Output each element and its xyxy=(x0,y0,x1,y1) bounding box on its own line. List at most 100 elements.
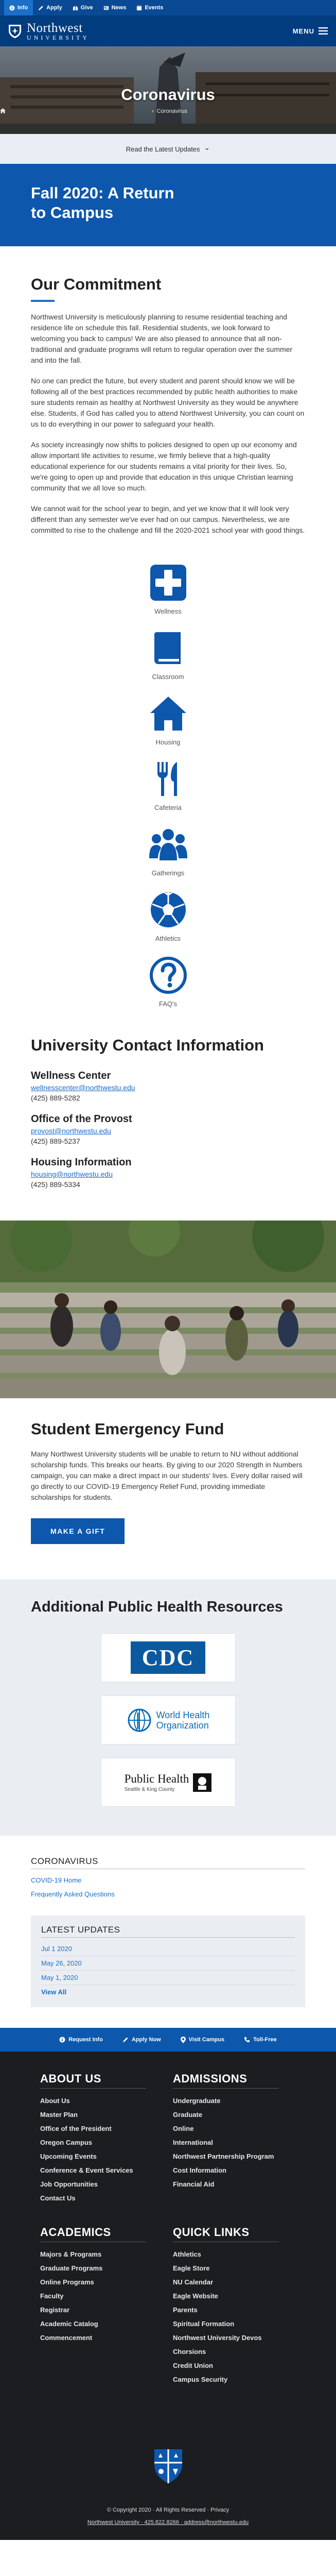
public-health-seattle-link[interactable]: Public Health Seattle & King County xyxy=(100,1758,236,1807)
book-icon xyxy=(154,632,181,664)
phone-icon xyxy=(244,2037,250,2042)
footer-link[interactable]: Registrar xyxy=(40,2303,146,2317)
king-county-emblem-icon xyxy=(193,1773,212,1792)
footer-link[interactable]: Parents xyxy=(173,2303,279,2317)
utility-news-link[interactable]: News xyxy=(98,0,132,15)
footer-link[interactable]: Job Opportunities xyxy=(40,2177,146,2191)
utility-events-link[interactable]: Events xyxy=(131,0,168,15)
topic-housing-link[interactable]: Housing xyxy=(132,693,204,759)
topic-wellness-link[interactable]: Wellness xyxy=(132,563,204,628)
footer-link[interactable]: Cost Information xyxy=(173,2163,279,2177)
visit-campus-link[interactable]: Visit Campus xyxy=(180,2036,224,2043)
contact-email-link[interactable]: provost@northwestu.edu xyxy=(31,1127,305,1135)
question-icon xyxy=(149,957,187,994)
footer-link[interactable]: Campus Security xyxy=(173,2372,279,2386)
topic-faqs-link[interactable]: FAQ's xyxy=(132,955,204,1021)
calendar-icon xyxy=(137,5,142,10)
utility-info-label: Info xyxy=(17,5,28,11)
make-a-gift-button[interactable]: MAKE A GIFT xyxy=(31,1518,125,1544)
site-header: Northwest UNIVERSITY MENU xyxy=(0,15,336,46)
house-icon xyxy=(150,697,186,731)
update-link[interactable]: May 26, 2020 xyxy=(41,1956,295,1971)
footer-link[interactable]: Office of the President xyxy=(40,2122,146,2136)
logo-link[interactable]: Northwest UNIVERSITY xyxy=(7,22,90,41)
footer-link[interactable]: Graduate Programs xyxy=(40,2261,146,2275)
footer-link[interactable]: Master Plan xyxy=(40,2108,146,2122)
footer-link[interactable]: Oregon Campus xyxy=(40,2136,146,2149)
who-logo-line1: World Health xyxy=(156,1709,210,1720)
utility-give-link[interactable]: Give xyxy=(67,0,98,15)
faq-link[interactable]: Frequently Asked Questions xyxy=(31,1887,305,1901)
footer-address: Northwest University · 425.822.8266 · ad… xyxy=(40,2519,296,2540)
footer-link[interactable]: Academic Catalog xyxy=(40,2317,146,2331)
topic-housing-label: Housing xyxy=(155,738,181,746)
covid-home-link[interactable]: COVID-19 Home xyxy=(31,1873,305,1887)
coronavirus-nav: CORONAVIRUS COVID-19 Home Frequently Ask… xyxy=(0,1836,336,2007)
footer-link[interactable]: About Us xyxy=(40,2094,146,2108)
hamburger-icon xyxy=(319,27,328,35)
update-link[interactable]: Jul 1 2020 xyxy=(41,1942,295,1956)
chevron-down-icon: ⌄ xyxy=(204,143,210,151)
utility-apply-link[interactable]: Apply xyxy=(33,0,67,15)
footer-link[interactable]: Northwest University Devos xyxy=(173,2331,279,2345)
footer-link[interactable]: Conference & Event Services xyxy=(40,2163,146,2177)
who-link[interactable]: World Health Organization xyxy=(100,1696,236,1744)
footer-link[interactable]: Online xyxy=(173,2122,279,2136)
footer-link[interactable]: Upcoming Events xyxy=(40,2149,146,2163)
footer-link[interactable]: Majors & Programs xyxy=(40,2247,146,2261)
utility-apply-label: Apply xyxy=(46,5,62,11)
hero-title: Coronavirus xyxy=(121,86,215,104)
menu-label: MENU xyxy=(292,27,314,35)
northwest-crest-icon xyxy=(9,25,21,38)
request-info-link[interactable]: Request Info xyxy=(59,2037,103,2043)
footer-link[interactable]: Financial Aid xyxy=(173,2177,279,2191)
read-latest-updates-link[interactable]: Read the Latest Updates ⌄ xyxy=(0,134,336,164)
update-link[interactable]: May 1, 2020 xyxy=(41,1971,295,1985)
public-health-resources: Additional Public Health Resources CDC W… xyxy=(0,1579,336,1836)
footer-admissions-title: ADMISSIONS xyxy=(173,2072,247,2085)
utility-info-link[interactable]: Info xyxy=(4,0,33,15)
topic-cafeteria-link[interactable]: Cafeteria xyxy=(132,759,204,824)
footer-link[interactable]: Eagle Store xyxy=(173,2261,279,2275)
footer-link[interactable]: Contact Us xyxy=(40,2191,146,2205)
view-all-updates-link[interactable]: View All xyxy=(41,1985,295,1999)
topic-cafeteria-label: Cafeteria xyxy=(154,804,182,811)
hero-banner: Coronavirus › Coronavirus xyxy=(0,46,336,134)
footer-link[interactable]: Commencement xyxy=(40,2331,146,2345)
breadcrumb: › Coronavirus xyxy=(0,108,336,114)
footer-link[interactable]: International xyxy=(173,2136,279,2149)
footer-link[interactable]: Chorsions xyxy=(173,2345,279,2359)
menu-button[interactable]: MENU xyxy=(293,27,328,35)
apply-now-link[interactable]: Apply Now xyxy=(122,2037,161,2043)
footer-link[interactable]: Spiritual Formation xyxy=(173,2317,279,2331)
footer-link[interactable]: NU Calendar xyxy=(173,2275,279,2289)
footer-link[interactable]: Credit Union xyxy=(173,2359,279,2372)
footer-link[interactable]: Northwest Partnership Program xyxy=(173,2149,279,2163)
footer-link[interactable]: Eagle Website xyxy=(173,2289,279,2303)
footer-link[interactable]: Faculty xyxy=(40,2289,146,2303)
topic-gatherings-link[interactable]: Gatherings xyxy=(132,824,204,890)
contact-name: Wellness Center xyxy=(31,1070,111,1081)
footer-link[interactable]: Athletics xyxy=(173,2247,279,2261)
contact-phone: (425) 889-5334 xyxy=(31,1180,80,1189)
contact-email-link[interactable]: housing@northwestu.edu xyxy=(31,1170,305,1178)
footer-link[interactable]: Graduate xyxy=(173,2108,279,2122)
toll-free-link[interactable]: Toll-Free xyxy=(244,2037,277,2043)
divider xyxy=(41,1937,295,1938)
footer-link[interactable]: Online Programs xyxy=(40,2275,146,2289)
topic-athletics-link[interactable]: Athletics xyxy=(132,890,204,955)
utility-news-label: News xyxy=(111,5,127,11)
soccer-ball-icon xyxy=(150,892,186,927)
topic-classroom-link[interactable]: Classroom xyxy=(132,628,204,693)
footer-link[interactable]: Undergraduate xyxy=(173,2094,279,2108)
contact-title: University Contact Information xyxy=(31,1036,264,1054)
privacy-link[interactable]: Privacy xyxy=(210,2507,229,2513)
logo-subtitle: UNIVERSITY xyxy=(27,33,90,41)
pin-icon xyxy=(180,2036,186,2043)
title-accent-bar xyxy=(31,300,55,302)
contact-email-link[interactable]: wellnesscenter@northwestu.edu xyxy=(31,1083,305,1092)
contact-entry: Wellness Center wellnesscenter@northwest… xyxy=(31,1070,305,1102)
cdc-link[interactable]: CDC xyxy=(100,1633,236,1682)
footer-address-text[interactable]: Northwest University · 425.822.8266 · ad… xyxy=(87,2519,249,2526)
quick-action-strip: Request Info Apply Now Visit Campus Toll… xyxy=(0,2028,336,2052)
